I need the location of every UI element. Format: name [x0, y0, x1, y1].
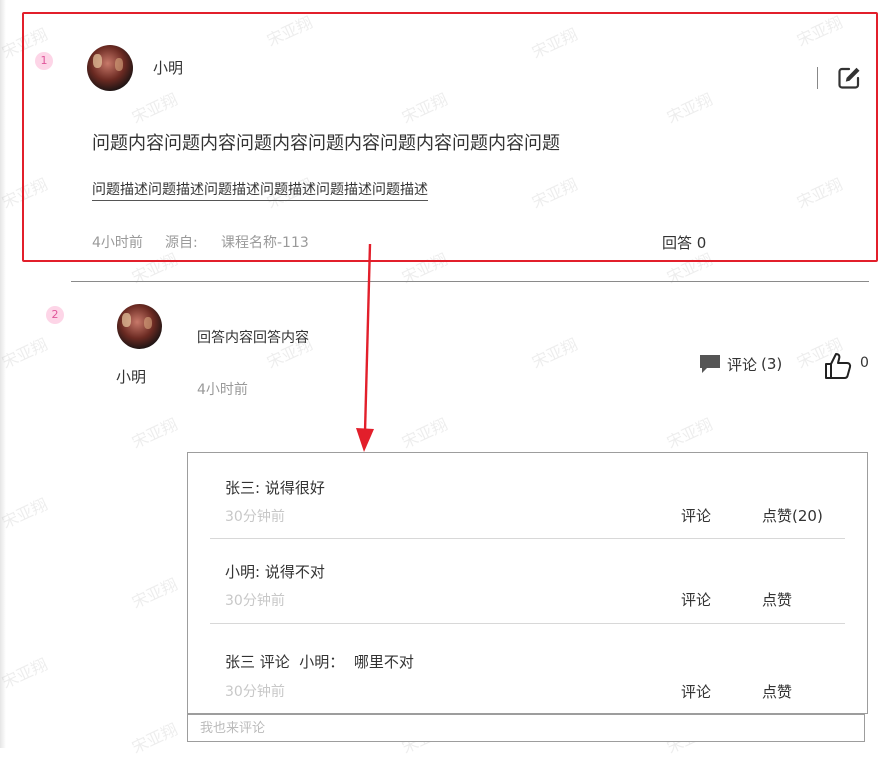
answer-time: 4小时前	[197, 382, 248, 398]
answer-marker: 2	[46, 306, 64, 324]
thumbs-up-icon[interactable]	[823, 351, 853, 381]
comment-like-button[interactable]: 点赞(20)	[762, 505, 823, 526]
comment-time: 30分钟前	[225, 593, 285, 609]
answer-like-count: 0	[860, 355, 869, 371]
avatar[interactable]	[87, 45, 133, 91]
comment-like-button[interactable]: 点赞	[762, 589, 792, 610]
comment-input[interactable]	[188, 715, 864, 741]
comment-divider	[210, 623, 845, 624]
annotation-arrow	[356, 243, 374, 452]
comment-reply-button[interactable]: 评论	[681, 589, 711, 610]
question-source-course[interactable]: 课程名称-113	[221, 232, 309, 252]
question-author[interactable]: 小明	[153, 57, 183, 78]
watermark: 宋亚翔	[128, 414, 181, 453]
comment-divider	[210, 538, 845, 539]
chat-bubble-icon	[700, 355, 720, 373]
answer-content: 回答内容回答内容	[197, 330, 309, 346]
question-marker: 1	[35, 52, 53, 70]
question-title: 问题内容问题内容问题内容问题内容问题内容问题内容问题	[92, 133, 560, 154]
comment-text: 小明: 说得不对	[225, 563, 325, 581]
toolbar-divider	[817, 67, 818, 89]
watermark: 宋亚翔	[0, 494, 51, 533]
avatar[interactable]	[117, 304, 162, 349]
edit-square-icon[interactable]	[836, 65, 862, 91]
comment-time: 30分钟前	[225, 509, 285, 525]
comment-like-button[interactable]: 点赞	[762, 681, 792, 702]
watermark: 宋亚翔	[128, 719, 181, 758]
question-source-label: 源自:	[165, 235, 198, 251]
watermark: 宋亚翔	[528, 334, 581, 373]
comment-input-box	[187, 714, 865, 742]
comment-reply-button[interactable]: 评论	[681, 505, 711, 526]
watermark: 宋亚翔	[0, 654, 51, 693]
comment-time: 30分钟前	[225, 684, 285, 700]
comment-reply-button[interactable]: 评论	[681, 681, 711, 702]
answer-comment-label: 评论	[727, 355, 758, 374]
watermark: 宋亚翔	[128, 574, 181, 613]
watermark: 宋亚翔	[0, 334, 51, 373]
question-time: 4小时前	[92, 235, 143, 251]
watermark: 宋亚翔	[663, 414, 716, 453]
question-description: 问题描述问题描述问题描述问题描述问题描述问题描述	[92, 179, 428, 201]
comment-text: 张三 评论 小明： 哪里不对	[225, 653, 414, 671]
section-divider	[71, 281, 869, 282]
answer-comment-count: (3)	[761, 355, 783, 373]
watermark: 宋亚翔	[398, 414, 451, 453]
answer-author[interactable]: 小明	[116, 366, 146, 387]
answer-count: 回答 0	[662, 234, 707, 252]
answer-comment-button[interactable]: 评论 (3)	[698, 353, 782, 375]
page-edge-shadow	[0, 0, 6, 748]
comment-text: 张三: 说得很好	[225, 479, 325, 497]
